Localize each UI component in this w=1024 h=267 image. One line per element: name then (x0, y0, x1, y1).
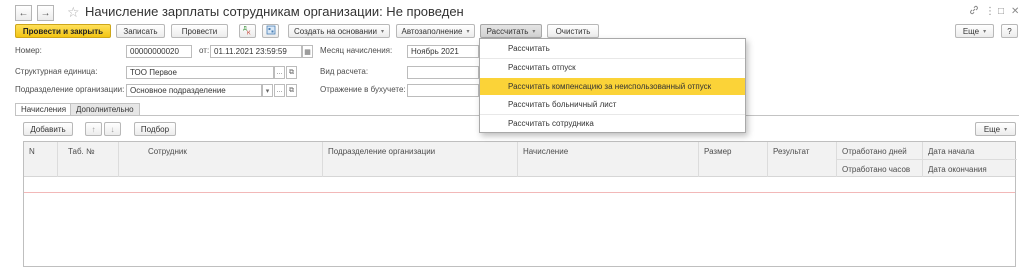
debit-credit-icon: ДК (243, 25, 253, 37)
autofill-button[interactable]: Автозаполнение ▾ (396, 24, 475, 38)
column-days-worked[interactable]: Отработано дней (842, 146, 907, 158)
dt-kt-report-button[interactable]: ДК (239, 24, 256, 38)
restore-window-icon[interactable]: □ (998, 5, 1004, 19)
number-field[interactable]: 00000000020 (126, 45, 192, 58)
column-tab-number[interactable]: Таб. № (68, 146, 95, 158)
calculate-menu: Рассчитать Рассчитать отпуск Рассчитать … (479, 38, 746, 133)
more-actions-icon[interactable]: ⋮ (985, 5, 995, 19)
open-icon[interactable]: ⧉ (286, 66, 297, 79)
clear-button[interactable]: Очистить (547, 24, 599, 38)
column-divider (57, 142, 58, 177)
open-icon[interactable]: ⧉ (286, 84, 297, 97)
move-down-button[interactable]: ↓ (104, 122, 121, 136)
empty-row-line (24, 192, 1015, 193)
accrual-month-field[interactable]: Ноябрь 2021 (407, 45, 479, 58)
calculate-button[interactable]: Рассчитать ▾ (480, 24, 542, 38)
column-divider (767, 142, 768, 177)
selection-button[interactable]: Подбор (134, 122, 176, 136)
header-row-divider (836, 159, 1017, 160)
column-end-date[interactable]: Дата окончания (928, 164, 987, 176)
calc-type-field[interactable] (407, 66, 479, 79)
department-field[interactable]: Основное подразделение (126, 84, 262, 97)
forward-button[interactable]: → (37, 5, 54, 21)
department-label: Подразделение организации: (15, 85, 125, 94)
select-button[interactable]: ... (274, 66, 285, 79)
column-start-date[interactable]: Дата начала (928, 146, 974, 158)
favorite-star-icon[interactable]: ☆ (67, 4, 80, 20)
column-amount[interactable]: Размер (704, 146, 732, 158)
accounting-label: Отражение в бухучете: (320, 85, 406, 94)
column-department[interactable]: Подразделение организации (328, 146, 435, 158)
column-accrual[interactable]: Начисление (523, 146, 568, 158)
structural-unit-field[interactable]: ТОО Первое (126, 66, 274, 79)
select-button[interactable]: ... (274, 84, 285, 97)
calculate-label: Рассчитать (486, 26, 529, 36)
chevron-down-icon: ▾ (380, 28, 384, 35)
table-more-label: Еще (983, 124, 1001, 134)
post-and-close-button[interactable]: Провести и закрыть (15, 24, 111, 38)
back-button[interactable]: ← (15, 5, 32, 21)
arrow-right-icon: → (40, 7, 51, 19)
structure-button[interactable] (262, 24, 279, 38)
menu-item-calculate-sick-leave[interactable]: Рассчитать больничный лист (480, 96, 745, 113)
create-based-on-label: Создать на основании (293, 26, 377, 36)
accounting-field[interactable] (407, 84, 479, 97)
close-icon[interactable]: ✕ (1011, 5, 1019, 19)
arrow-up-icon: ↑ (91, 124, 96, 134)
page-title: Начисление зарплаты сотрудникам организа… (85, 4, 464, 19)
column-divider (118, 142, 119, 177)
chevron-down-icon: ▾ (466, 28, 470, 35)
column-employee[interactable]: Сотрудник (148, 146, 187, 158)
post-button[interactable]: Провести (171, 24, 228, 38)
column-result[interactable]: Результат (773, 146, 809, 158)
accruals-table[interactable]: N Таб. № Сотрудник Подразделение организ… (23, 141, 1017, 267)
chevron-down-icon: ▾ (1004, 126, 1008, 133)
add-row-button[interactable]: Добавить (23, 122, 73, 136)
column-hours-worked[interactable]: Отработано часов (842, 164, 910, 176)
date-field[interactable]: 01.11.2021 23:59:59 (210, 45, 302, 58)
chevron-down-icon: ▾ (532, 28, 536, 35)
column-divider (517, 142, 518, 177)
calendar-icon[interactable]: ▦ (302, 45, 313, 58)
structure-icon (266, 25, 276, 37)
menu-item-calculate-unused-vacation-compensation[interactable]: Рассчитать компенсацию за неиспользованн… (480, 78, 745, 95)
move-up-button[interactable]: ↑ (85, 122, 102, 136)
menu-item-calculate-vacation[interactable]: Рассчитать отпуск (480, 59, 745, 76)
help-button[interactable]: ? (1001, 24, 1018, 38)
date-label: от: (199, 46, 210, 55)
column-divider (698, 142, 699, 177)
link-icon[interactable] (969, 5, 979, 20)
svg-text:К: К (247, 31, 251, 36)
number-label: Номер: (15, 46, 42, 55)
table-header: N Таб. № Сотрудник Подразделение организ… (24, 142, 1017, 177)
calc-type-label: Вид расчета: (320, 67, 369, 76)
autofill-label: Автозаполнение (401, 26, 463, 36)
menu-item-calculate-employee[interactable]: Рассчитать сотрудника (480, 115, 745, 132)
chevron-down-icon[interactable]: ▾ (262, 84, 273, 97)
column-divider (322, 142, 323, 177)
chevron-down-icon: ▾ (983, 28, 987, 35)
column-n[interactable]: N (29, 146, 35, 158)
arrow-down-icon: ↓ (110, 124, 115, 134)
save-button[interactable]: Записать (116, 24, 165, 38)
create-based-on-button[interactable]: Создать на основании ▾ (288, 24, 390, 38)
arrow-left-icon: ← (18, 7, 29, 19)
menu-item-calculate[interactable]: Рассчитать (480, 40, 745, 57)
structural-unit-label: Структурная единица: (15, 67, 98, 76)
table-more-button[interactable]: Еще ▾ (975, 122, 1016, 136)
more-label: Еще (962, 26, 980, 36)
accrual-month-label: Месяц начисления: (320, 46, 393, 55)
more-button[interactable]: Еще ▾ (955, 24, 994, 38)
